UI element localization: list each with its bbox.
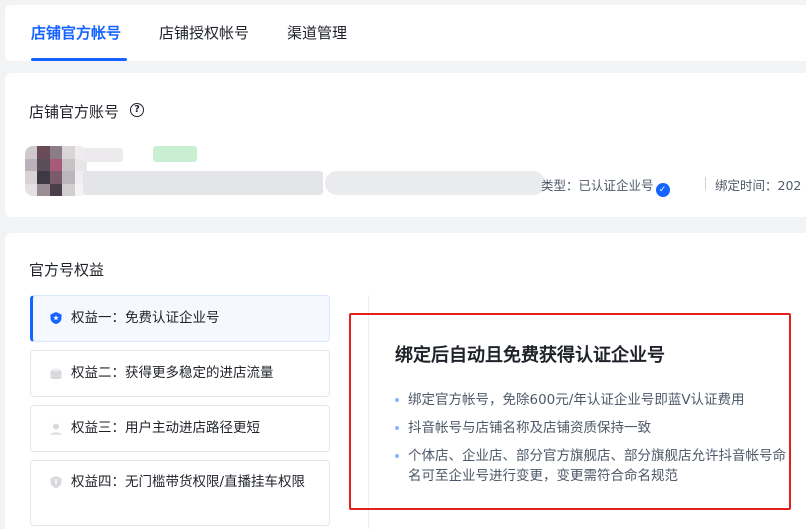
tab-channel-management[interactable]: 渠道管理 (287, 22, 347, 43)
detail-bullet-text-1: 绑定官方帐号，免除600元/年认证企业号即蓝V认证费用 (408, 392, 745, 408)
bullet-dot (395, 426, 399, 430)
active-tab-indicator (31, 58, 127, 61)
check-badge-icon: ✓ (655, 183, 670, 197)
benefit-label-1: 权益一：免费认证企业号 (71, 310, 220, 326)
bullet-dot (395, 398, 399, 402)
benefit-item-1[interactable]: 权益一：免费认证企业号 (30, 295, 330, 342)
benefit-item-4[interactable]: 权益四：无门槛带货权限/直播挂车权限 (30, 460, 330, 526)
blurred-account-info (83, 171, 323, 195)
benefit-label-4: 权益四：无门槛带货权限/直播挂车权限 (71, 474, 306, 490)
account-type-value: 已认证企业号 (578, 178, 654, 193)
account-type: 类型：已认证企业号 ✓ (541, 175, 670, 197)
bind-time: 绑定时间：202 (715, 175, 801, 194)
detail-title: 绑定后自动且免费获得认证企业号 (395, 345, 665, 366)
benefit-label-3: 权益三：用户主动进店路径更短 (71, 420, 260, 436)
tab-authorized-account[interactable]: 店铺授权帐号 (159, 22, 249, 43)
blurred-account-id (325, 171, 545, 195)
benefits-section-title: 官方号权益 (29, 261, 105, 279)
account-type-label: 类型： (541, 178, 579, 193)
bind-time-label: 绑定时间： (715, 178, 778, 193)
detail-bullet-text-3: 个体店、企业店、部分官方旗舰店、部分旗舰店允许抖音帐号命名可至企业号进行变更，变… (408, 448, 786, 484)
shield-badge-icon (50, 312, 62, 324)
avatar (25, 146, 87, 196)
benefit-label-2: 权益二：获得更多稳定的进店流量 (71, 365, 274, 381)
meta-divider (705, 177, 706, 190)
blurred-account-name (83, 148, 123, 162)
detail-bullet-1: 绑定官方帐号，免除600元/年认证企业号即蓝V认证费用 (395, 390, 795, 410)
shield-icon (50, 476, 62, 488)
user-icon (50, 423, 62, 435)
account-section-title: 店铺官方账号 (29, 103, 120, 121)
bind-time-value: 202 (777, 178, 802, 193)
tab-official-account[interactable]: 店铺官方帐号 (31, 22, 121, 43)
traffic-icon (50, 368, 62, 379)
official-account-card: 店铺官方账号 ? 类型：已认证企业号 ✓ 绑定时间：202 (5, 73, 806, 217)
detail-bullet-3: 个体店、企业店、部分官方旗舰店、部分旗舰店允许抖音帐号命名可至企业号进行变更，变… (395, 446, 795, 486)
question-circle-icon[interactable]: ? (130, 103, 144, 117)
benefit-item-2[interactable]: 权益二：获得更多稳定的进店流量 (30, 350, 330, 397)
tabs-bar: 店铺官方帐号 店铺授权帐号 渠道管理 (5, 5, 806, 61)
blurred-account-badge (153, 146, 197, 162)
bullet-dot (395, 454, 399, 458)
benefit-item-3[interactable]: 权益三：用户主动进店路径更短 (30, 405, 330, 452)
detail-bullet-text-2: 抖音帐号与店铺名称及店铺资质保持一致 (408, 420, 651, 436)
detail-bullet-2: 抖音帐号与店铺名称及店铺资质保持一致 (395, 418, 795, 438)
